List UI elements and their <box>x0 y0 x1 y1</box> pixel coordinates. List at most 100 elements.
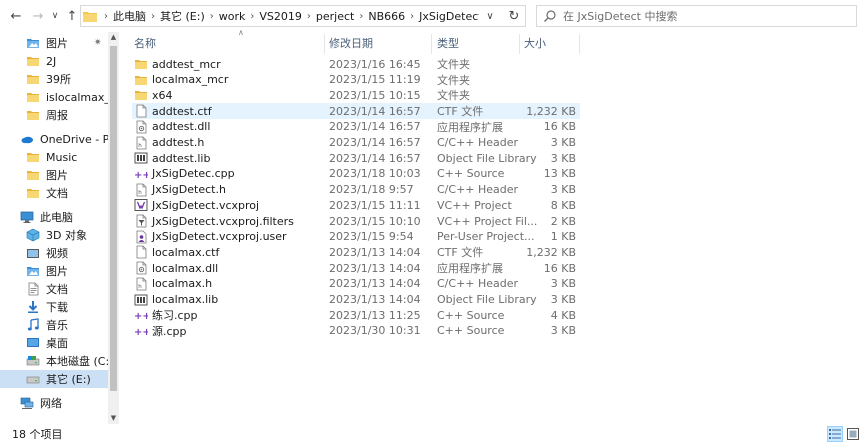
address-bar[interactable]: › 此电脑 › 其它 (E:) › work › VS2019 › perject › NB666 › J… <box>80 5 526 27</box>
file-row[interactable]: localmax.ctf 2023/1/13 14:04 CTF 文件 1,232 K… <box>132 244 580 260</box>
sidebar-item[interactable]: 其它 (E:) <box>0 370 108 388</box>
forward-button[interactable]: → <box>28 4 48 28</box>
file-row[interactable]: h localmax.h 2023/1/13 14:04 C/C++ Header 3 … <box>132 276 580 292</box>
breadcrumb-item[interactable]: work <box>219 10 246 23</box>
scroll-down-icon[interactable]: ▼ <box>108 413 119 424</box>
back-button[interactable]: ← <box>6 4 26 28</box>
pictures-icon <box>26 36 40 50</box>
sidebar-item[interactable]: 图片 <box>0 262 108 280</box>
column-divider[interactable] <box>431 34 432 54</box>
file-date: 2023/1/14 16:57 <box>329 120 421 134</box>
forward-arrow-icon: → <box>32 8 44 24</box>
scrollbar-thumb[interactable] <box>110 46 117 391</box>
file-row[interactable]: JxSigDetect.vcxproj.user 2023/1/15 9:54 Pe… <box>132 229 580 245</box>
breadcrumb-separator-icon[interactable]: › <box>146 11 160 22</box>
breadcrumb-item[interactable]: 此电脑 <box>113 8 146 24</box>
file-name: JxSigDetect.vcxproj.user <box>152 230 287 244</box>
sidebar-item[interactable]: 39所 <box>0 70 108 88</box>
file-size: 3 KB <box>550 151 576 165</box>
sidebar-item[interactable]: 视频 <box>0 244 108 262</box>
breadcrumb-item[interactable]: VS2019 <box>259 10 302 23</box>
sidebar-item-label: 文档 <box>46 187 68 200</box>
file-list: 名称 ∧ 修改日期 类型 大小 addtest_mcr 2023/1/16 16:… <box>120 28 865 424</box>
sidebar-item[interactable]: islocalmax_zhu <box>0 88 119 106</box>
details-view-button[interactable] <box>827 426 843 442</box>
file-row[interactable]: h JxSigDetect.h 2023/1/18 9:57 C/C++ Header… <box>132 182 580 198</box>
file-row[interactable]: JxSigDetect.vcxproj 2023/1/15 11:11 VC++ P… <box>132 197 580 213</box>
library-file-icon <box>134 293 148 307</box>
sidebar-item[interactable]: 文档 <box>0 184 108 202</box>
breadcrumb-separator-icon[interactable]: › <box>99 11 113 22</box>
large-icons-view-icon <box>847 428 859 440</box>
file-row[interactable]: localmax_mcr 2023/1/15 11:19 文件夹 <box>132 72 580 88</box>
sidebar-item[interactable]: 3D 对象 <box>0 226 108 244</box>
sidebar-item[interactable]: 网络 <box>0 394 108 412</box>
address-dropdown-button[interactable]: ∨ <box>479 6 501 26</box>
file-row[interactable]: addtest.lib 2023/1/14 16:57 Object File Li… <box>132 150 580 166</box>
file-row[interactable]: x64 2023/1/15 10:15 文件夹 <box>132 87 580 103</box>
file-size: 2 KB <box>550 214 576 228</box>
search-input[interactable]: 在 JxSigDetect 中搜索 <box>536 5 857 27</box>
documents-icon <box>26 282 40 296</box>
sidebar-item[interactable]: 2J <box>0 52 108 70</box>
column-header-size[interactable]: 大小 <box>524 32 574 54</box>
file-row[interactable]: localmax.dll 2023/1/13 14:04 应用程序扩展 16 KB <box>132 260 580 276</box>
sidebar-item[interactable]: 此电脑 <box>0 208 108 226</box>
sidebar-item[interactable]: Music <box>0 148 108 166</box>
column-divider[interactable] <box>579 34 580 54</box>
refresh-button[interactable]: ↻ <box>503 5 526 27</box>
sidebar-item-label: 3D 对象 <box>46 229 87 242</box>
breadcrumb-separator-icon[interactable]: › <box>205 11 219 22</box>
folder-icon <box>26 168 40 182</box>
sidebar-item[interactable]: 图片 <box>0 166 108 184</box>
breadcrumb-separator-icon[interactable]: › <box>405 11 419 22</box>
pin-icon: ✷ <box>94 38 102 48</box>
column-divider[interactable] <box>519 34 520 54</box>
sidebar-item[interactable]: OneDrive - Perso <box>0 130 119 148</box>
file-row[interactable]: h addtest.h 2023/1/14 16:57 C/C++ Header 3 K… <box>132 135 580 151</box>
header-file-icon: h <box>134 183 148 197</box>
breadcrumb-separator-icon[interactable]: › <box>354 11 368 22</box>
sidebar-item[interactable]: 周报 <box>0 106 108 124</box>
sidebar-item[interactable]: 图片 ✷ <box>0 34 108 52</box>
file-row[interactable]: ++ 源.cpp 2023/1/30 10:31 C++ Source 3 KB <box>132 323 580 339</box>
sidebar-item-label: 2J <box>46 54 57 68</box>
sidebar-item[interactable]: 文档 <box>0 280 108 298</box>
file-row[interactable]: ++ JxSigDetec.cpp 2023/1/18 10:03 C++ Sourc… <box>132 166 580 182</box>
breadcrumb-item[interactable]: JxSigDetect <box>419 10 479 23</box>
file-row[interactable]: addtest.dll 2023/1/14 16:57 应用程序扩展 16 KB <box>132 119 580 135</box>
column-header-date[interactable]: 修改日期 <box>329 32 429 54</box>
file-date: 2023/1/15 11:11 <box>329 198 421 212</box>
file-row[interactable]: localmax.lib 2023/1/13 14:04 Object File L… <box>132 292 580 308</box>
column-header-type[interactable]: 类型 <box>437 32 517 54</box>
file-date: 2023/1/18 10:03 <box>329 167 421 181</box>
file-name: localmax.lib <box>152 293 219 306</box>
breadcrumb-separator-icon[interactable]: › <box>302 11 316 22</box>
music-icon <box>26 318 40 332</box>
file-name: addtest.h <box>152 136 205 149</box>
breadcrumb-item[interactable]: 其它 (E:) <box>160 8 205 24</box>
sidebar-item[interactable]: 桌面 <box>0 334 108 352</box>
onedrive-icon <box>20 132 34 146</box>
sidebar-item[interactable]: 本地磁盘 (C:) <box>0 352 113 370</box>
file-row[interactable]: JxSigDetect.vcxproj.filters 2023/1/15 10:… <box>132 213 580 229</box>
sidebar-item-label: 周报 <box>46 109 68 122</box>
file-row[interactable]: ++ 练习.cpp 2023/1/13 11:25 C++ Source 4 KB <box>132 307 580 323</box>
svg-text:h: h <box>138 284 142 290</box>
breadcrumb-item[interactable]: NB666 <box>368 10 405 23</box>
column-header-name[interactable]: 名称 ∧ <box>134 28 324 54</box>
sidebar-scrollbar[interactable]: ▲ ▼ <box>108 32 119 424</box>
scroll-up-icon[interactable]: ▲ <box>108 32 119 43</box>
up-button[interactable]: ↑ <box>62 4 82 28</box>
column-divider[interactable] <box>324 34 325 54</box>
chevron-down-icon: ∨ <box>486 10 494 22</box>
breadcrumb-item[interactable]: perject <box>316 10 354 23</box>
sidebar-item[interactable]: 下载 <box>0 298 108 316</box>
recent-locations-button[interactable]: ∨ <box>48 4 62 28</box>
file-row[interactable]: addtest.ctf 2023/1/14 16:57 CTF 文件 1,232 KB <box>132 103 580 120</box>
file-row[interactable]: addtest_mcr 2023/1/16 16:45 文件夹 <box>132 56 580 72</box>
file-type: 应用程序扩展 <box>437 262 503 276</box>
large-icons-view-button[interactable] <box>845 426 861 442</box>
breadcrumb-separator-icon[interactable]: › <box>245 11 259 22</box>
sidebar-item[interactable]: 音乐 <box>0 316 108 334</box>
